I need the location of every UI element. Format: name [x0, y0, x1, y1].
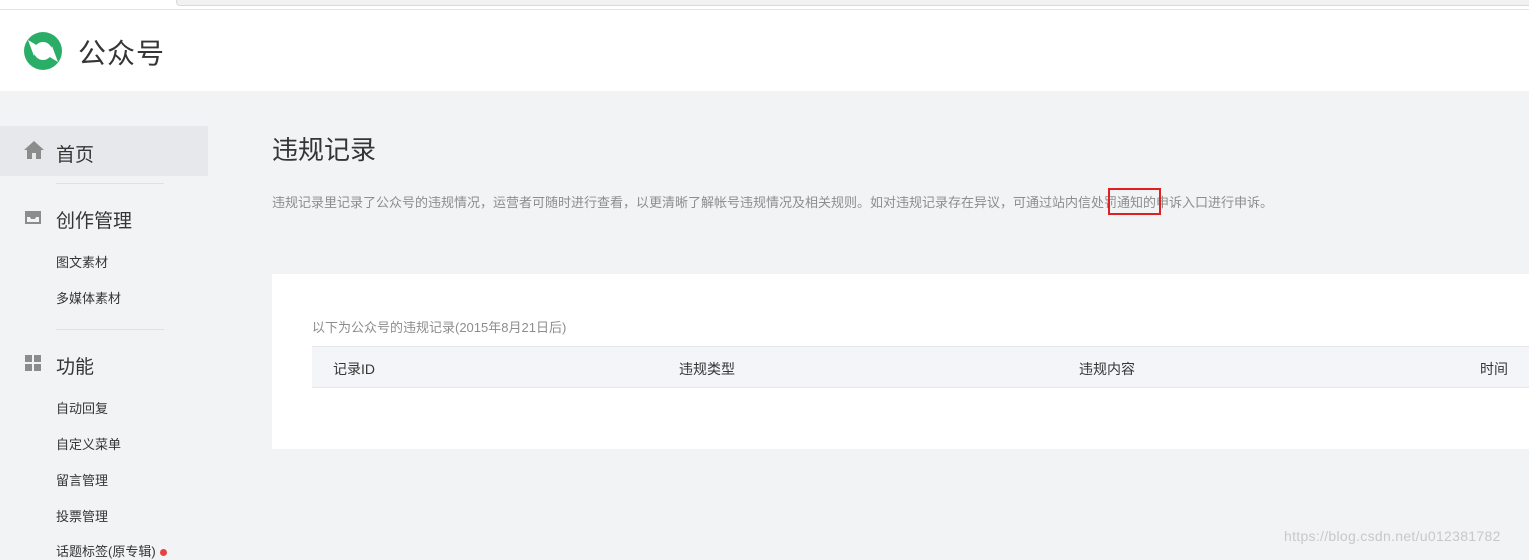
- sidebar-divider: [56, 329, 164, 330]
- column-header-violation-content: 违规内容: [1079, 361, 1135, 377]
- brand-title[interactable]: 公众号: [78, 32, 165, 72]
- inbox-icon: [25, 211, 41, 224]
- sidebar-item-home[interactable]: 首页: [0, 126, 208, 176]
- header: 公众号: [0, 10, 1529, 91]
- grid-icon: [25, 355, 41, 371]
- wechat-mp-logo-icon[interactable]: [22, 30, 64, 72]
- sidebar-item-media-material[interactable]: 多媒体素材: [56, 288, 121, 307]
- column-header-record-id: 记录ID: [333, 361, 375, 377]
- panel-caption: 以下为公众号的违规记录(2015年8月21日后): [312, 320, 567, 335]
- home-icon: [24, 141, 44, 159]
- sidebar-divider: [56, 183, 164, 184]
- sidebar-item-custom-menu[interactable]: 自定义菜单: [56, 434, 121, 453]
- violation-records-panel: 以下为公众号的违规记录(2015年8月21日后) 记录ID 违规类型 违规内容 …: [272, 274, 1529, 449]
- sidebar-item-voting[interactable]: 投票管理: [56, 506, 108, 525]
- column-header-time: 时间: [1480, 361, 1508, 377]
- annotation-highlight-box: [1108, 188, 1161, 215]
- sidebar-group-create[interactable]: 创作管理: [56, 206, 132, 233]
- browser-top-strip: [0, 0, 1529, 10]
- sidebar-item-topic-tags[interactable]: 话题标签(原专辑): [56, 541, 167, 560]
- sidebar-item-comments[interactable]: 留言管理: [56, 470, 108, 489]
- sidebar-group-features[interactable]: 功能: [56, 352, 94, 379]
- page-title: 违规记录: [272, 135, 377, 165]
- sidebar: 首页 创作管理 图文素材 多媒体素材 功能 自动回复 自定义菜单 留言管理 投票…: [0, 91, 210, 559]
- new-badge-dot: [159, 549, 167, 557]
- column-header-violation-type: 违规类型: [679, 361, 735, 377]
- browser-tab-edge: [176, 0, 1529, 6]
- table-header: 记录ID 违规类型 违规内容 时间: [312, 346, 1529, 388]
- watermark: https://blog.csdn.net/u012381782: [1284, 528, 1501, 544]
- sidebar-item-news-material[interactable]: 图文素材: [56, 252, 108, 271]
- sidebar-item-home-label: 首页: [56, 145, 95, 166]
- sidebar-item-topic-tags-label: 话题标签(原专辑): [56, 544, 156, 559]
- sidebar-item-auto-reply[interactable]: 自动回复: [56, 398, 108, 417]
